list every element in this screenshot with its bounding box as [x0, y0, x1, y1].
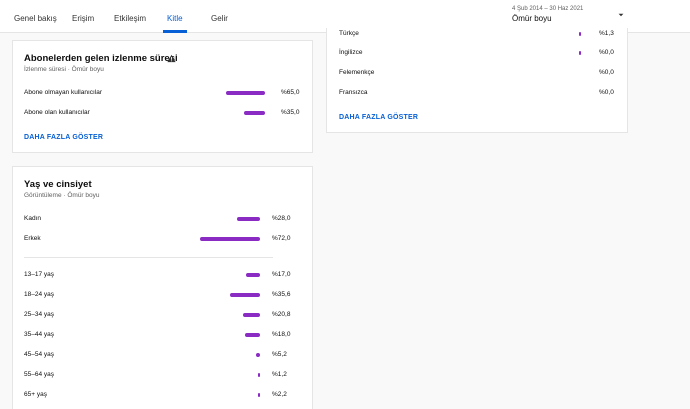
list-item-label: Abone olmayan kullanıcılar — [24, 89, 103, 96]
list-item-value: %0,0 — [599, 69, 614, 76]
tab-revenue[interactable]: Gelir — [211, 14, 228, 23]
bar-language-turkish — [579, 32, 581, 36]
list-item-label: 65+ yaş — [24, 391, 47, 398]
card-subtitle: Görüntüleme · Ömür boyu — [24, 192, 100, 199]
period-selector-label[interactable]: Ömür boyu — [512, 14, 552, 23]
chevron-down-icon[interactable] — [617, 11, 625, 19]
bar-male — [200, 237, 260, 241]
list-item-value: %35,0 — [281, 109, 300, 116]
list-item-value: %35,6 — [272, 291, 291, 298]
list-item-label: 45–54 yaş — [24, 351, 54, 358]
list-item-value: %1,2 — [272, 371, 287, 378]
card-title: Abonelerden gelen izlenme süresi — [24, 53, 178, 64]
date-range-text: 4 Şub 2014 – 30 Haz 2021 — [512, 6, 584, 12]
warning-icon[interactable] — [167, 54, 176, 63]
list-item-value: %20,8 — [272, 311, 291, 318]
bar-age-65-plus — [258, 393, 260, 397]
list-item-label: Abone olan kullanıcılar — [24, 109, 90, 116]
list-item-label: 13–17 yaş — [24, 271, 54, 278]
card-subtitle: İzlenme süresi · Ömür boyu — [24, 66, 104, 73]
section-divider — [24, 257, 273, 258]
list-item-label: Felemenkçe — [339, 69, 375, 76]
list-item-label: 35–44 yaş — [24, 331, 54, 338]
list-item-label: Kadın — [24, 215, 41, 222]
list-item-value: %18,0 — [272, 331, 291, 338]
list-item-value: %5,2 — [272, 351, 287, 358]
language-card: Türkçe %1,3 İngilizce %0,0 Felemenkçe %0… — [326, 28, 628, 133]
list-item-label: Erkek — [24, 235, 41, 242]
list-item-label: 18–24 yaş — [24, 291, 54, 298]
bar-age-13-17 — [245, 273, 260, 277]
list-item-value: %17,0 — [272, 271, 291, 278]
list-item-label: Fransızca — [339, 89, 368, 96]
list-item-label: Türkçe — [339, 30, 359, 37]
bar-language-english — [579, 51, 581, 55]
bar-subscribers — [244, 111, 265, 115]
list-item-value: %0,0 — [599, 89, 614, 96]
tab-engagement[interactable]: Etkileşim — [114, 14, 146, 23]
show-more-button[interactable]: DAHA FAZLA GÖSTER — [24, 134, 103, 141]
bar-age-25-34 — [242, 313, 260, 317]
card-title: Yaş ve cinsiyet — [24, 179, 92, 190]
bar-age-55-64 — [258, 373, 260, 377]
bar-age-35-44 — [245, 333, 260, 337]
active-tab-indicator — [163, 30, 187, 33]
list-item-label: 55–64 yaş — [24, 371, 54, 378]
show-more-button[interactable]: DAHA FAZLA GÖSTER — [339, 114, 418, 121]
list-item-value: %65,0 — [281, 89, 300, 96]
list-item-value: %2,2 — [272, 391, 287, 398]
tab-reach[interactable]: Erişim — [72, 14, 94, 23]
tab-overview[interactable]: Genel bakış — [14, 14, 57, 23]
list-item-value: %0,0 — [599, 49, 614, 56]
bar-age-18-24 — [230, 293, 260, 297]
bar-age-45-54 — [255, 353, 260, 357]
subscriber-watch-time-card: Abonelerden gelen izlenme süresi İzlenme… — [12, 40, 313, 153]
bar-female — [236, 217, 260, 221]
list-item-value: %1,3 — [599, 30, 614, 37]
list-item-label: İngilizce — [339, 49, 363, 56]
list-item-value: %72,0 — [272, 235, 291, 242]
bar-non-subscribers — [226, 91, 265, 95]
tab-audience[interactable]: Kitle — [167, 14, 183, 23]
age-gender-card: Yaş ve cinsiyet Görüntüleme · Ömür boyu … — [12, 166, 313, 409]
list-item-label: 25–34 yaş — [24, 311, 54, 318]
list-item-value: %28,0 — [272, 215, 291, 222]
